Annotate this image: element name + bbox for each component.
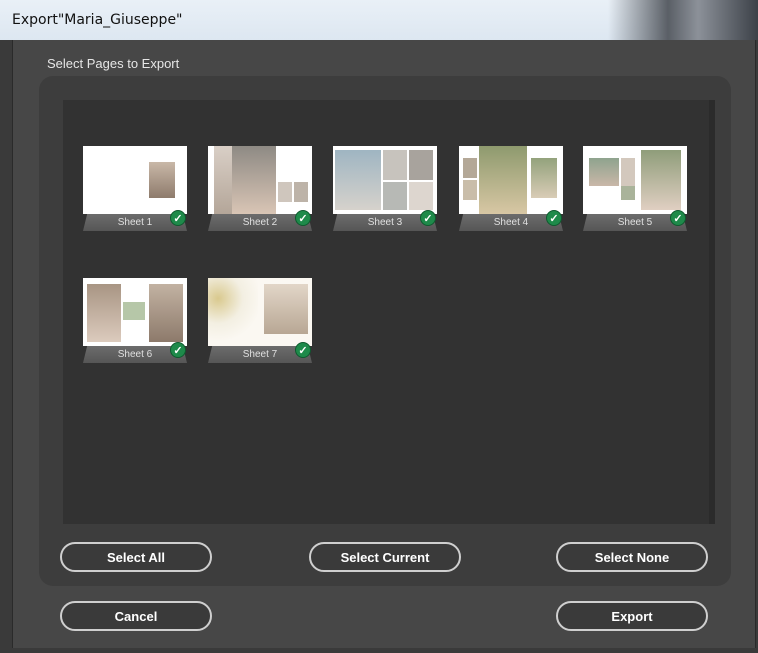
photo bbox=[87, 284, 121, 342]
sheet-preview bbox=[583, 146, 687, 214]
photo bbox=[149, 284, 183, 342]
photo bbox=[409, 150, 433, 180]
photo bbox=[409, 182, 433, 210]
photo bbox=[479, 146, 527, 214]
check-icon[interactable]: ✓ bbox=[546, 210, 562, 226]
title-bar-background bbox=[608, 0, 758, 40]
sheet-thumbnail[interactable]: Sheet 4 ✓ bbox=[459, 146, 567, 234]
sheet-preview bbox=[333, 146, 437, 214]
sheet-thumbnail[interactable]: Sheet 5 ✓ bbox=[583, 146, 691, 234]
photo bbox=[383, 150, 407, 180]
sheet-preview bbox=[208, 278, 312, 346]
thumbnail-area[interactable]: Sheet 1 ✓ Sheet 2 ✓ Sheet 3 ✓ Sheet 4 ✓ … bbox=[63, 100, 715, 524]
photo bbox=[232, 146, 276, 214]
photo bbox=[463, 180, 477, 200]
select-none-button[interactable]: Select None bbox=[556, 542, 708, 572]
section-label: Select Pages to Export bbox=[47, 56, 180, 71]
select-all-button[interactable]: Select All bbox=[60, 542, 212, 572]
photo bbox=[278, 182, 292, 202]
title-bar: Export"Maria_Giuseppe" bbox=[0, 0, 758, 40]
cancel-button[interactable]: Cancel bbox=[60, 601, 212, 631]
sheet-preview bbox=[459, 146, 563, 214]
photo bbox=[621, 186, 635, 200]
photo bbox=[335, 150, 381, 210]
photo bbox=[531, 158, 557, 198]
sheet-preview bbox=[208, 146, 312, 214]
photo bbox=[589, 158, 619, 186]
export-button[interactable]: Export bbox=[556, 601, 708, 631]
sheet-thumbnail[interactable]: Sheet 3 ✓ bbox=[333, 146, 441, 234]
sheet-preview bbox=[83, 146, 187, 214]
photo bbox=[641, 150, 681, 210]
sheet-thumbnail[interactable]: Sheet 2 ✓ bbox=[208, 146, 316, 234]
sheet-preview bbox=[83, 278, 187, 346]
photo bbox=[214, 146, 232, 214]
check-icon[interactable]: ✓ bbox=[170, 210, 186, 226]
check-icon[interactable]: ✓ bbox=[420, 210, 436, 226]
window-title: Export"Maria_Giuseppe" bbox=[12, 12, 183, 28]
photo bbox=[294, 182, 308, 202]
sheet-thumbnail[interactable]: Sheet 1 ✓ bbox=[83, 146, 191, 234]
photo bbox=[463, 158, 477, 178]
photo bbox=[621, 158, 635, 186]
photo bbox=[383, 182, 407, 210]
photo bbox=[149, 162, 175, 198]
sheet-thumbnail[interactable]: Sheet 6 ✓ bbox=[83, 278, 191, 366]
check-icon[interactable]: ✓ bbox=[295, 210, 311, 226]
photo bbox=[123, 302, 145, 320]
select-current-button[interactable]: Select Current bbox=[309, 542, 461, 572]
photo bbox=[208, 278, 258, 346]
sheet-thumbnail[interactable]: Sheet 7 ✓ bbox=[208, 278, 316, 366]
check-icon[interactable]: ✓ bbox=[170, 342, 186, 358]
photo bbox=[264, 284, 308, 334]
check-icon[interactable]: ✓ bbox=[670, 210, 686, 226]
pages-group: Sheet 1 ✓ Sheet 2 ✓ Sheet 3 ✓ Sheet 4 ✓ … bbox=[39, 76, 731, 586]
export-dialog: Select Pages to Export Sheet 1 ✓ Sheet 2 bbox=[12, 40, 756, 648]
check-icon[interactable]: ✓ bbox=[295, 342, 311, 358]
